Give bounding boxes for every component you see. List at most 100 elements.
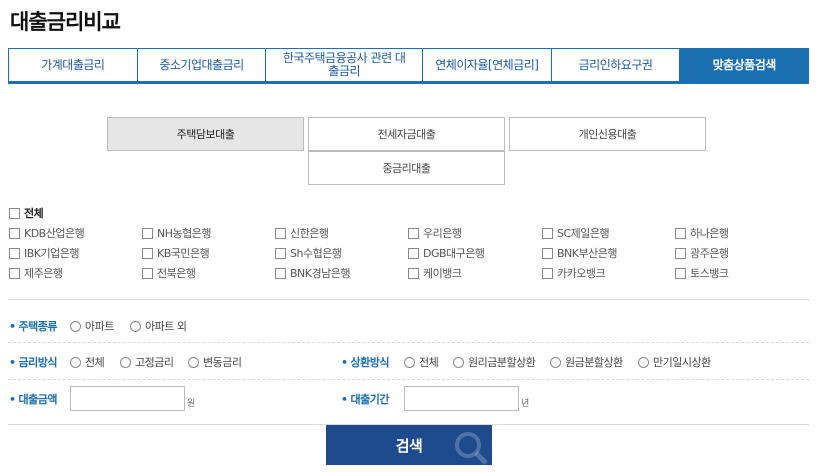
bank-label: 토스뱅크 [690, 267, 729, 280]
bank-all-checkbox[interactable]: 전체 [9, 205, 44, 221]
radio-label: 만기일시상환 [653, 356, 711, 369]
divider [8, 299, 809, 300]
bank-all-label: 전체 [24, 207, 44, 220]
tab-custom-product-search[interactable]: 맞춤상품검색 [679, 48, 810, 81]
bank-label: KDB산업은행 [24, 227, 85, 240]
radio-icon[interactable] [120, 356, 131, 368]
divider [8, 379, 809, 380]
bank-checkbox-bnk-gyeongnam[interactable]: BNK경남은행 [275, 265, 350, 281]
checkbox-icon[interactable] [9, 267, 20, 279]
bank-label: 광주은행 [690, 247, 729, 260]
search-button-label: 검색 [395, 436, 423, 455]
bank-label: 제주은행 [24, 267, 63, 280]
bank-label: DGB대구은행 [423, 247, 485, 260]
rate-type-label: 금리방식 [9, 354, 58, 370]
repay-type-bullet-radio[interactable]: 만기일시상환 [638, 354, 711, 370]
checkbox-icon[interactable] [142, 267, 153, 279]
radio-label: 전체 [419, 356, 439, 369]
bank-checkbox-woori[interactable]: 우리은행 [408, 225, 462, 241]
radio-icon[interactable] [404, 356, 415, 368]
checkbox-icon[interactable] [9, 247, 20, 259]
rate-type-variable-radio[interactable]: 변동금리 [188, 354, 242, 370]
repay-type-principal-radio[interactable]: 원금분할상환 [550, 354, 623, 370]
checkbox-icon[interactable] [408, 227, 419, 239]
house-type-apartment-radio[interactable]: 아파트 [70, 318, 114, 334]
checkbox-icon[interactable] [675, 247, 686, 259]
tab-rate-cut-request[interactable]: 금리인하요구권 [550, 48, 680, 81]
bank-checkbox-sh[interactable]: Sh수협은행 [275, 245, 342, 261]
loan-amount-label: 대출금액 [9, 391, 58, 407]
checkbox-icon[interactable] [675, 227, 686, 239]
bank-label: 우리은행 [423, 227, 462, 240]
house-type-other-radio[interactable]: 아파트 외 [130, 318, 187, 334]
bank-checkbox-sc[interactable]: SC제일은행 [542, 225, 610, 241]
tab-sme-loan-rate[interactable]: 중소기업대출금리 [136, 48, 266, 81]
tab-hf-loan-rate[interactable]: 한국주택금융공사 관련 대출금리 [265, 48, 423, 81]
checkbox-icon[interactable] [9, 207, 20, 219]
loan-period-label: 대출기간 [341, 391, 390, 407]
checkbox-icon[interactable] [275, 247, 286, 259]
checkbox-icon[interactable] [542, 267, 553, 279]
bank-checkbox-kakaobank[interactable]: 카카오뱅크 [542, 265, 606, 281]
bank-checkbox-tossbank[interactable]: 토스뱅크 [675, 265, 729, 281]
loan-period-unit: 년 [521, 399, 529, 409]
radio-icon[interactable] [70, 320, 81, 332]
product-tab-mid-rate[interactable]: 중금리대출 [308, 151, 505, 185]
bank-label: 전북은행 [157, 267, 196, 280]
rate-type-fixed-radio[interactable]: 고정금리 [120, 354, 174, 370]
bank-checkbox-nh[interactable]: NH농협은행 [142, 225, 211, 241]
bank-checkbox-gwangju[interactable]: 광주은행 [675, 245, 729, 261]
search-button[interactable]: 검색 [326, 425, 492, 465]
bank-checkbox-hana[interactable]: 하나은행 [675, 225, 729, 241]
tab-overdue-rate[interactable]: 연체이자율[연체금리] [422, 48, 551, 81]
checkbox-icon[interactable] [275, 267, 286, 279]
bank-checkbox-jeju[interactable]: 제주은행 [9, 265, 63, 281]
bank-checkbox-shinhan[interactable]: 신한은행 [275, 225, 329, 241]
radio-icon[interactable] [638, 356, 649, 368]
repay-type-all-radio[interactable]: 전체 [404, 354, 439, 370]
page-title: 대출금리비교 [10, 10, 121, 34]
bank-label: KB국민은행 [157, 247, 210, 260]
tab-household-loan-rate[interactable]: 가계대출금리 [8, 48, 137, 81]
bank-checkbox-kbank[interactable]: 케이뱅크 [408, 265, 462, 281]
radio-label: 고정금리 [135, 356, 174, 369]
bank-label: IBK기업은행 [24, 247, 79, 260]
product-tab-mortgage[interactable]: 주택담보대출 [107, 117, 304, 151]
bank-checkbox-jeonbuk[interactable]: 전북은행 [142, 265, 196, 281]
repay-type-amortizing-radio[interactable]: 원리금분할상환 [453, 354, 536, 370]
radio-icon[interactable] [550, 356, 561, 368]
checkbox-icon[interactable] [542, 227, 553, 239]
checkbox-icon[interactable] [142, 227, 153, 239]
checkbox-icon[interactable] [675, 267, 686, 279]
radio-icon[interactable] [70, 356, 81, 368]
magnifier-icon [455, 432, 488, 465]
radio-label: 변동금리 [203, 356, 242, 369]
bank-label: Sh수협은행 [290, 247, 342, 260]
checkbox-icon[interactable] [542, 247, 553, 259]
bank-label: 케이뱅크 [423, 267, 462, 280]
radio-icon[interactable] [453, 356, 464, 368]
product-tab-personal-credit[interactable]: 개인신용대출 [509, 117, 706, 151]
main-tabs: 가계대출금리 중소기업대출금리 한국주택금융공사 관련 대출금리 연체이자율[연… [8, 48, 810, 84]
bank-label: NH농협은행 [157, 227, 211, 240]
loan-amount-input[interactable] [70, 386, 185, 411]
checkbox-icon[interactable] [142, 247, 153, 259]
bank-checkbox-ibk[interactable]: IBK기업은행 [9, 245, 79, 261]
bank-checkbox-kb[interactable]: KB국민은행 [142, 245, 210, 261]
rate-type-all-radio[interactable]: 전체 [70, 354, 105, 370]
product-tab-jeonse[interactable]: 전세자금대출 [308, 117, 505, 151]
checkbox-icon[interactable] [408, 247, 419, 259]
radio-icon[interactable] [188, 356, 199, 368]
bank-checkbox-dgb[interactable]: DGB대구은행 [408, 245, 485, 261]
checkbox-icon[interactable] [275, 227, 286, 239]
repay-type-label: 상환방식 [341, 354, 390, 370]
radio-icon[interactable] [130, 320, 141, 332]
checkbox-icon[interactable] [408, 267, 419, 279]
loan-period-input[interactable] [404, 386, 519, 411]
radio-label: 아파트 외 [145, 320, 187, 333]
divider [8, 342, 809, 343]
radio-label: 원금분할상환 [565, 356, 623, 369]
bank-checkbox-kdb[interactable]: KDB산업은행 [9, 225, 85, 241]
checkbox-icon[interactable] [9, 227, 20, 239]
bank-checkbox-bnk-busan[interactable]: BNK부산은행 [542, 245, 617, 261]
